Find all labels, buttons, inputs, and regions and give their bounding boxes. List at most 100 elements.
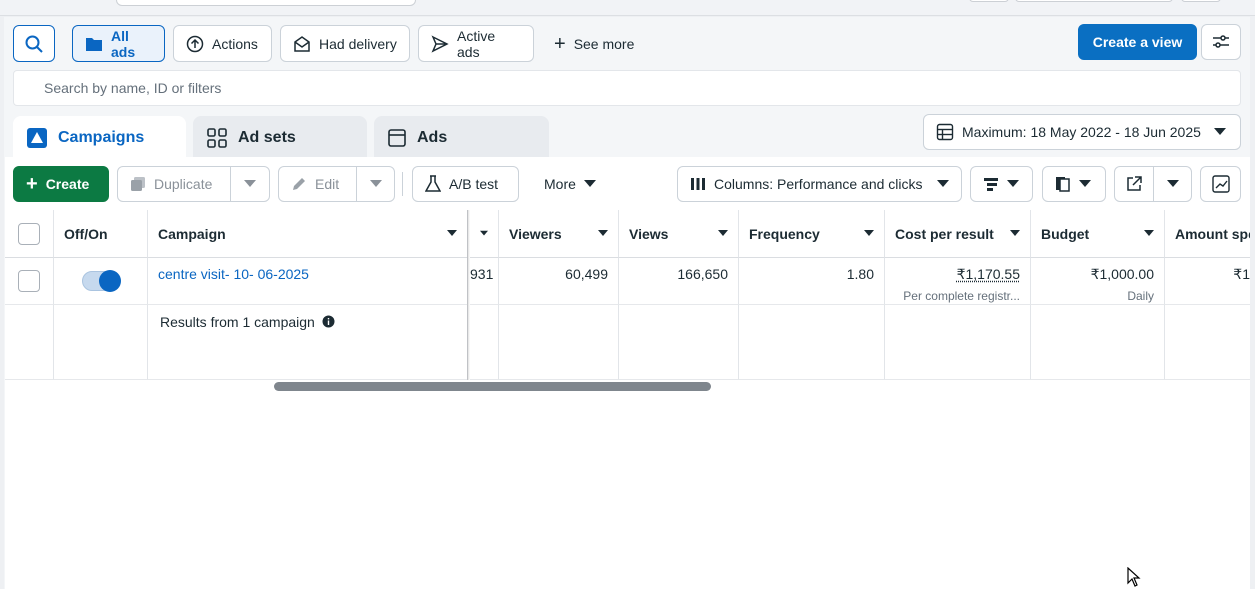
search-button[interactable] bbox=[13, 25, 55, 62]
top-input[interactable] bbox=[116, 0, 416, 6]
top-button[interactable] bbox=[1181, 0, 1221, 2]
tab-ad-sets[interactable]: Ad sets bbox=[193, 116, 367, 160]
results-label: Results from 1 campaign bbox=[160, 314, 315, 330]
row-select-cell bbox=[5, 258, 54, 305]
search-icon bbox=[25, 35, 43, 53]
footer-cell bbox=[54, 305, 148, 380]
export-button[interactable] bbox=[1115, 167, 1153, 201]
caret-down-icon bbox=[369, 180, 382, 187]
caret-down-icon bbox=[583, 180, 596, 187]
top-strip bbox=[0, 0, 1255, 16]
breakdown-button[interactable] bbox=[970, 166, 1033, 202]
actions-button[interactable]: Actions bbox=[173, 25, 272, 62]
mouse-cursor-icon bbox=[1127, 567, 1141, 587]
flask-icon bbox=[425, 175, 441, 192]
header-views-label: Views bbox=[629, 225, 669, 242]
create-button[interactable]: + Create bbox=[13, 166, 109, 202]
header-budget[interactable]: Budget bbox=[1031, 210, 1165, 258]
header-viewers[interactable]: Viewers bbox=[499, 210, 619, 258]
tab-ad-sets-label: Ad sets bbox=[238, 129, 296, 146]
footer-results-cell: Results from 1 campaign bbox=[148, 305, 468, 380]
header-amount-spent-label: Amount spe bbox=[1175, 225, 1250, 242]
export-dropdown[interactable] bbox=[1153, 167, 1191, 201]
header-off-on[interactable]: Off/On bbox=[54, 210, 148, 258]
sliders-icon bbox=[1213, 35, 1229, 48]
folder-icon bbox=[86, 37, 102, 51]
header-campaign[interactable]: Campaign bbox=[148, 210, 468, 258]
row-checkbox[interactable] bbox=[18, 270, 40, 292]
horizontal-scrollbar[interactable] bbox=[274, 382, 711, 391]
trend-chart-icon bbox=[1211, 175, 1230, 193]
amount-spent-value: ₹1 bbox=[1233, 266, 1250, 282]
budget-sub: Daily bbox=[1127, 289, 1154, 303]
actions-label: Actions bbox=[212, 35, 258, 52]
date-range-picker[interactable]: Maximum: 18 May 2022 - 18 Jun 2025 bbox=[923, 114, 1241, 150]
duplicate-label: Duplicate bbox=[154, 176, 213, 192]
create-view-button[interactable]: Create a view bbox=[1078, 24, 1197, 60]
window-icon bbox=[388, 129, 406, 147]
date-range-label: Maximum: 18 May 2022 - 18 Jun 2025 bbox=[962, 124, 1201, 140]
info-icon[interactable] bbox=[322, 315, 335, 328]
export-split-button[interactable] bbox=[1114, 166, 1192, 202]
frozen-column-shadow bbox=[467, 210, 470, 380]
campaign-toggle[interactable] bbox=[81, 270, 121, 292]
view-settings-button[interactable] bbox=[1201, 24, 1241, 60]
row-frequency-cell: 1.80 bbox=[739, 258, 885, 305]
table-icon bbox=[936, 123, 954, 141]
row-cost-per-result-cell: ₹1,170.55 Per complete registr... bbox=[885, 258, 1031, 305]
more-label: More bbox=[544, 176, 576, 192]
duplicate-button[interactable]: Duplicate bbox=[118, 167, 230, 201]
see-more-button[interactable]: + See more bbox=[542, 25, 652, 62]
active-ads-button[interactable]: Active ads bbox=[418, 25, 534, 62]
header-amount-spent[interactable]: Amount spe bbox=[1165, 210, 1250, 258]
tab-campaigns[interactable]: Campaigns bbox=[13, 116, 186, 160]
header-cost-per-result[interactable]: Cost per result bbox=[885, 210, 1031, 258]
top-button[interactable] bbox=[969, 0, 1009, 2]
header-frequency-label: Frequency bbox=[749, 225, 820, 242]
row-toggle-cell bbox=[54, 258, 148, 305]
edit-dropdown[interactable] bbox=[356, 167, 394, 201]
send-icon bbox=[431, 34, 449, 53]
header-budget-label: Budget bbox=[1041, 225, 1090, 242]
header-frequency[interactable]: Frequency bbox=[739, 210, 885, 258]
footer-cell bbox=[1165, 305, 1250, 380]
select-all-checkbox[interactable] bbox=[18, 222, 40, 245]
caret-down-icon bbox=[1079, 180, 1091, 187]
caret-down-icon bbox=[1214, 128, 1226, 135]
caret-down-icon bbox=[718, 230, 728, 236]
all-ads-button[interactable]: All ads bbox=[72, 25, 165, 62]
duplicate-split-button[interactable]: Duplicate bbox=[117, 166, 270, 202]
row-campaign-cell: centre visit- 10- 06-2025 bbox=[148, 258, 468, 305]
frequency-value: 1.80 bbox=[846, 266, 874, 282]
see-more-label: See more bbox=[573, 35, 635, 52]
had-delivery-button[interactable]: Had delivery bbox=[280, 25, 410, 62]
more-button[interactable]: More bbox=[532, 166, 612, 202]
caret-down-icon bbox=[598, 230, 608, 236]
ab-test-label: A/B test bbox=[449, 176, 499, 192]
cost-per-result-value[interactable]: ₹1,170.55 bbox=[895, 266, 1020, 283]
columns-button[interactable]: Columns: Performance and clicks bbox=[677, 166, 962, 202]
caret-down-icon bbox=[447, 230, 457, 236]
select-all-cell bbox=[5, 210, 54, 258]
header-views[interactable]: Views bbox=[619, 210, 739, 258]
search-placeholder: Search by name, ID or filters bbox=[44, 80, 222, 96]
ab-test-button[interactable]: A/B test bbox=[412, 166, 519, 202]
grid-icon bbox=[207, 128, 227, 148]
header-viewers-label: Viewers bbox=[509, 225, 562, 242]
search-input[interactable]: Search by name, ID or filters bbox=[13, 70, 1241, 106]
edit-split-button[interactable]: Edit bbox=[278, 166, 395, 202]
caret-down-icon bbox=[937, 180, 949, 187]
columns-label: Columns: Performance and clicks bbox=[714, 176, 923, 192]
plus-icon: + bbox=[554, 32, 566, 55]
charts-button[interactable] bbox=[1200, 166, 1241, 202]
tab-ads[interactable]: Ads bbox=[374, 116, 549, 160]
edit-button[interactable]: Edit bbox=[279, 167, 356, 201]
top-button[interactable] bbox=[1015, 0, 1173, 2]
caret-down-icon bbox=[480, 230, 488, 236]
duplicate-dropdown[interactable] bbox=[230, 167, 269, 201]
edit-label: Edit bbox=[315, 176, 340, 192]
header-partial[interactable] bbox=[470, 210, 499, 258]
footer-cell bbox=[739, 305, 885, 380]
reports-button[interactable] bbox=[1042, 166, 1106, 202]
campaign-name-link[interactable]: centre visit- 10- 06-2025 bbox=[158, 266, 309, 282]
